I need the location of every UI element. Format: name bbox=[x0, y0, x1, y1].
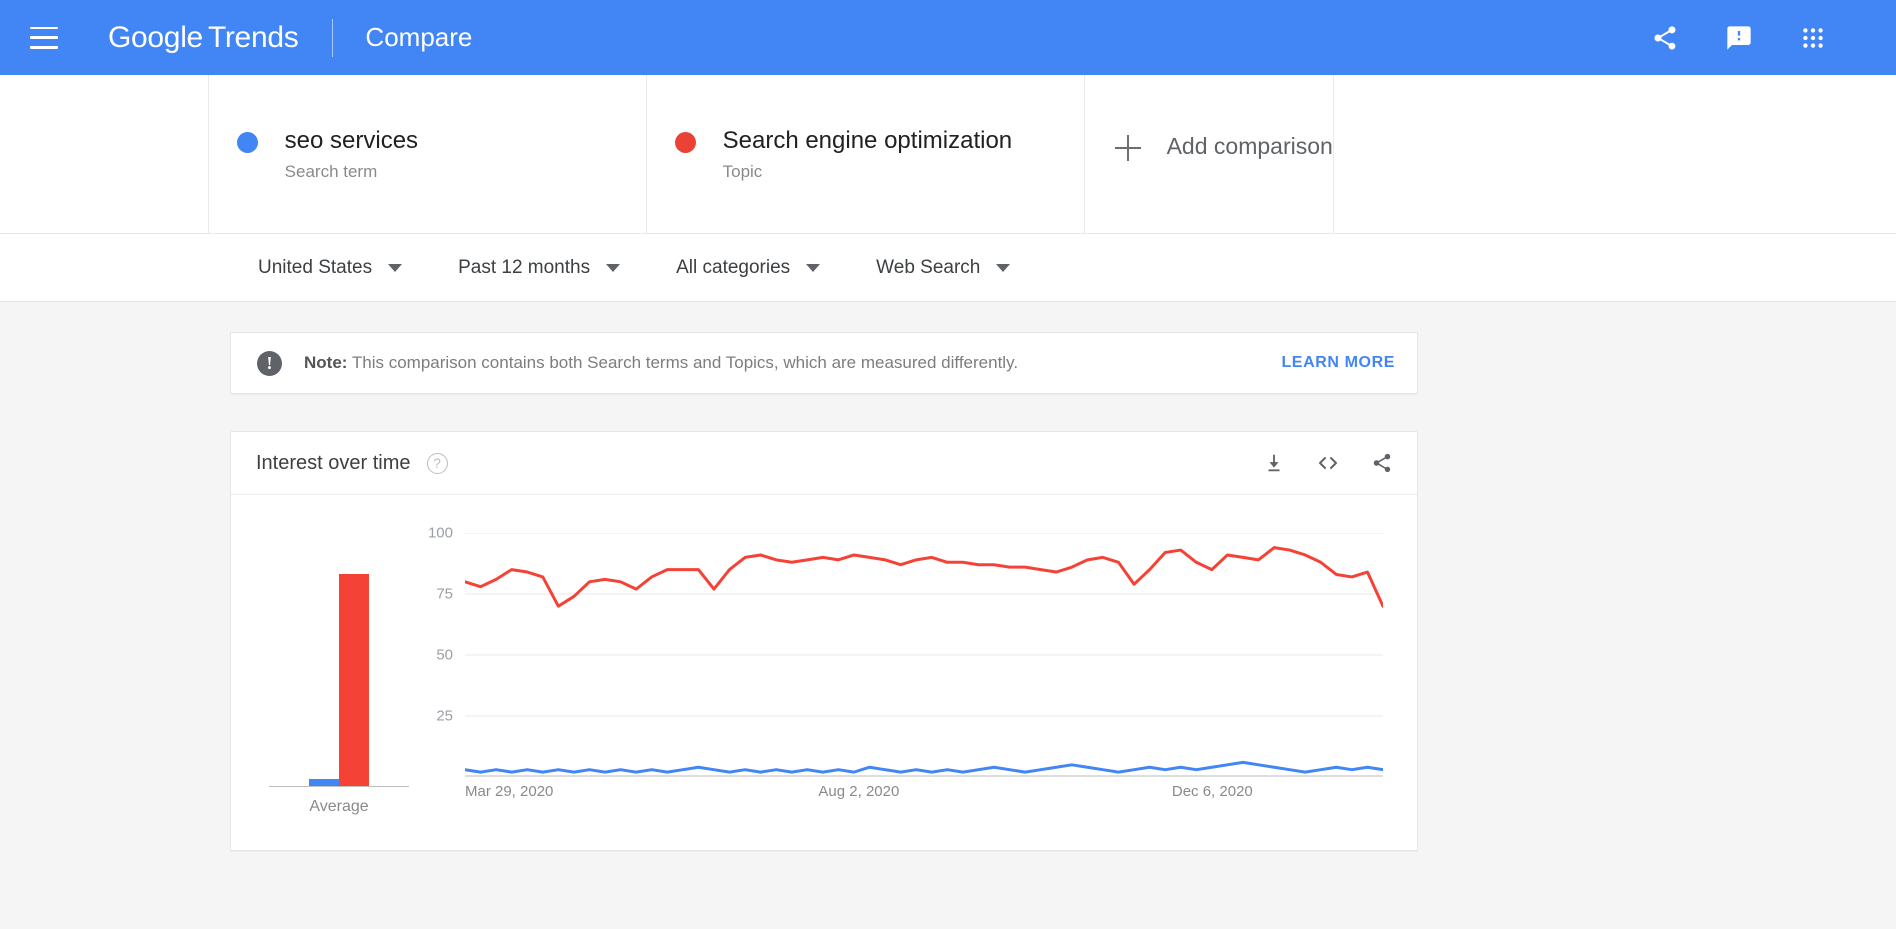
comparison-card-1-title: Search engine optimization bbox=[722, 127, 1013, 154]
interest-over-time-card: Interest over time ? Average 100 75 50 2… bbox=[230, 431, 1418, 851]
average-bar-1 bbox=[339, 573, 369, 786]
chevron-down-icon bbox=[388, 263, 403, 272]
x-tick-1: Aug 2, 2020 bbox=[818, 783, 900, 800]
learn-more-link[interactable]: LEARN MORE bbox=[1281, 354, 1395, 372]
note-banner: ! Note: This comparison contains both Se… bbox=[230, 332, 1418, 394]
hamburger-menu-icon[interactable] bbox=[30, 26, 58, 49]
interest-over-time-line-chart[interactable]: 100 75 50 25 Mar 29, 2020 Aug 2, 2020 Dec 6, … bbox=[428, 525, 1383, 851]
filter-category[interactable]: All categories bbox=[676, 256, 821, 279]
share-icon[interactable] bbox=[1650, 23, 1680, 53]
line-series-1 bbox=[465, 548, 1383, 607]
y-tick-50: 50 bbox=[436, 646, 453, 664]
comparison-right-gutter bbox=[1334, 75, 1896, 233]
y-tick-75: 75 bbox=[436, 585, 453, 603]
brand-google: Google bbox=[108, 20, 203, 54]
filter-location[interactable]: United States bbox=[258, 256, 403, 279]
series-color-dot-0 bbox=[236, 132, 258, 153]
download-csv-icon[interactable] bbox=[1261, 450, 1287, 476]
chart-header: Interest over time ? bbox=[231, 432, 1417, 495]
appbar-icon-group bbox=[1650, 23, 1868, 53]
add-comparison-label: Add comparison bbox=[1166, 133, 1333, 159]
average-bars bbox=[269, 543, 409, 787]
series-color-dot-1 bbox=[674, 132, 696, 153]
note-body: This comparison contains both Search ter… bbox=[351, 353, 1019, 372]
appbar-divider bbox=[332, 18, 334, 57]
comparison-card-0-subtitle: Search term bbox=[284, 162, 378, 181]
comparison-card-1-text: Search engine optimization Topic bbox=[723, 127, 1013, 182]
line-series-0 bbox=[465, 762, 1383, 772]
comparison-card-0[interactable]: seo services Search term bbox=[209, 75, 647, 233]
average-caption: Average bbox=[309, 798, 369, 815]
chevron-down-icon bbox=[996, 263, 1011, 272]
x-tick-0: Mar 29, 2020 bbox=[465, 783, 554, 800]
filter-search-type-label: Web Search bbox=[876, 256, 981, 278]
apps-grid-icon[interactable] bbox=[1798, 23, 1828, 53]
chart-title: Interest over time bbox=[256, 451, 411, 474]
line-chart-svg bbox=[465, 533, 1383, 777]
filter-time-range[interactable]: Past 12 months bbox=[458, 256, 621, 279]
comparison-left-gutter bbox=[0, 75, 209, 233]
chart-action-group bbox=[1261, 450, 1395, 476]
note-label: Note: bbox=[304, 353, 348, 372]
filter-category-label: All categories bbox=[676, 256, 791, 278]
filter-search-type[interactable]: Web Search bbox=[876, 256, 1011, 279]
google-trends-logo[interactable]: Google Trends bbox=[108, 20, 299, 55]
help-icon[interactable]: ? bbox=[426, 452, 448, 474]
embed-code-icon[interactable] bbox=[1315, 450, 1341, 476]
average-bar-chart: Average bbox=[255, 533, 423, 851]
top-app-bar: Google Trends Compare bbox=[0, 0, 1896, 75]
filter-location-label: United States bbox=[258, 256, 373, 278]
info-exclamation-icon: ! bbox=[257, 350, 282, 376]
note-text: Note: This comparison contains both Sear… bbox=[304, 353, 1281, 373]
chevron-down-icon bbox=[806, 263, 821, 272]
comparison-bar: seo services Search term Search engine o… bbox=[0, 75, 1896, 234]
chart-body: Average 100 75 50 25 Mar 29, 2020 Aug 2, 202… bbox=[231, 495, 1417, 851]
comparison-card-0-title: seo services bbox=[284, 127, 419, 154]
page-title: Compare bbox=[365, 22, 473, 52]
comparison-card-0-text: seo services Search term bbox=[285, 127, 418, 182]
y-tick-25: 25 bbox=[436, 707, 453, 725]
content-column: ! Note: This comparison contains both Se… bbox=[230, 302, 1418, 851]
filter-time-range-label: Past 12 months bbox=[458, 256, 591, 278]
add-comparison-button[interactable]: Add comparison bbox=[1085, 75, 1334, 233]
comparison-card-1[interactable]: Search engine optimization Topic bbox=[647, 75, 1085, 233]
chevron-down-icon bbox=[606, 263, 621, 272]
y-tick-100: 100 bbox=[427, 524, 453, 542]
brand-trends: Trends bbox=[207, 20, 299, 54]
filter-bar: United States Past 12 months All categor… bbox=[0, 234, 1896, 302]
share-icon[interactable] bbox=[1369, 450, 1395, 476]
comparison-card-1-subtitle: Topic bbox=[722, 162, 763, 181]
plus-icon bbox=[1114, 135, 1141, 161]
x-tick-2: Dec 6, 2020 bbox=[1171, 783, 1253, 800]
feedback-icon[interactable] bbox=[1724, 23, 1754, 53]
average-bar-0 bbox=[309, 778, 339, 786]
main-content: ! Note: This comparison contains both Se… bbox=[0, 302, 1896, 928]
x-axis-labels: Mar 29, 2020 Aug 2, 2020 Dec 6, 2020 bbox=[465, 783, 1383, 813]
